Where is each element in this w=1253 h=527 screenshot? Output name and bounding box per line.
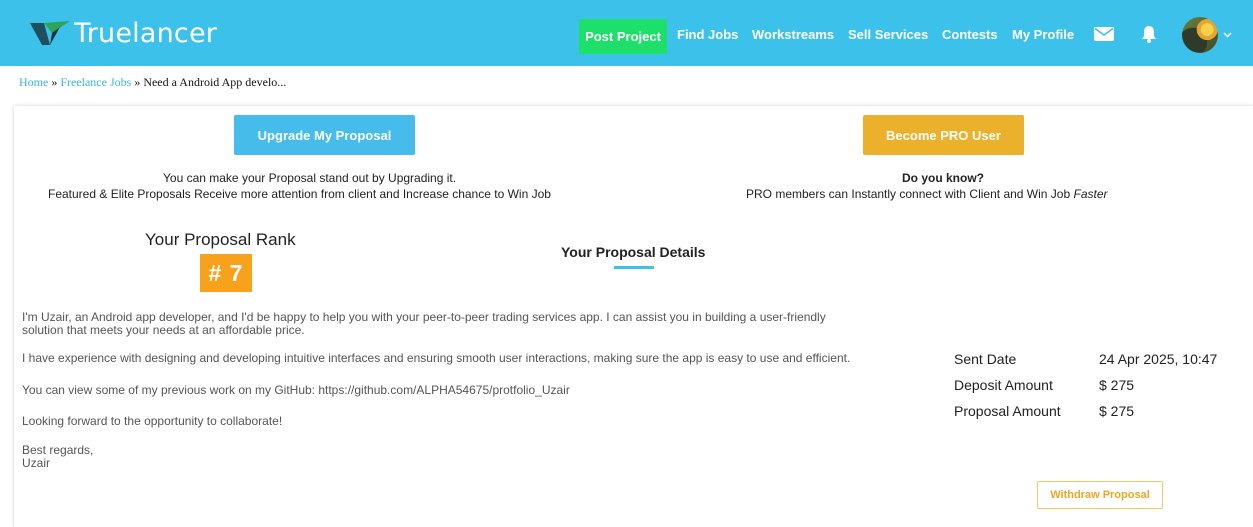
sent-date-label: Sent Date bbox=[954, 351, 1017, 367]
proposal-rank-badge: # 7 bbox=[200, 254, 252, 292]
breadcrumb: Home » Freelance Jobs » Need a Android A… bbox=[19, 75, 286, 90]
deposit-amount-label: Deposit Amount bbox=[954, 377, 1053, 393]
post-project-button[interactable]: Post Project bbox=[579, 19, 667, 54]
breadcrumb-home[interactable]: Home bbox=[19, 75, 48, 89]
logo-text: Truelancer bbox=[74, 17, 218, 49]
breadcrumb-current: Need a Android App develo... bbox=[143, 75, 287, 89]
breadcrumb-separator: » bbox=[131, 75, 144, 89]
avatar[interactable] bbox=[1182, 17, 1218, 53]
proposal-paragraph: Looking forward to the opportunity to co… bbox=[22, 414, 283, 428]
pro-info-emphasis: Faster bbox=[1073, 187, 1108, 201]
proposal-details-title: Your Proposal Details bbox=[561, 244, 706, 260]
proposal-paragraph: You can view some of my previous work on… bbox=[22, 383, 570, 397]
proposal-paragraph: I have experience with designing and dev… bbox=[22, 351, 851, 365]
mail-icon[interactable] bbox=[1094, 27, 1114, 41]
pro-info-line: PRO members can Instantly connect with C… bbox=[746, 186, 1108, 202]
nav-find-jobs[interactable]: Find Jobs bbox=[677, 27, 738, 42]
logo[interactable]: Truelancer bbox=[30, 17, 217, 49]
breadcrumb-freelance-jobs[interactable]: Freelance Jobs bbox=[60, 75, 131, 89]
nav-sell-services[interactable]: Sell Services bbox=[848, 27, 928, 42]
proposal-paragraph: solution that meets your needs at an aff… bbox=[22, 323, 305, 337]
pro-info-heading: Do you know? bbox=[902, 171, 984, 185]
nav-my-profile[interactable]: My Profile bbox=[1012, 27, 1074, 42]
details-title-underline bbox=[614, 266, 654, 269]
sent-date-value: 24 Apr 2025, 10:47 bbox=[1099, 351, 1218, 367]
pro-info-text: PRO members can Instantly connect with C… bbox=[746, 187, 1071, 201]
proposal-amount-value: $ 275 bbox=[1099, 403, 1135, 419]
proposal-rank-title: Your Proposal Rank bbox=[145, 230, 296, 249]
breadcrumb-separator: » bbox=[48, 75, 61, 89]
upgrade-info-line2: Featured & Elite Proposals Receive more … bbox=[48, 187, 551, 201]
nav-contests[interactable]: Contests bbox=[942, 27, 998, 42]
become-pro-button[interactable]: Become PRO User bbox=[863, 115, 1024, 155]
nav-workstreams[interactable]: Workstreams bbox=[752, 27, 834, 42]
proposal-paragraph: Uzair bbox=[22, 456, 51, 470]
bell-icon[interactable] bbox=[1141, 25, 1157, 43]
withdraw-proposal-button[interactable]: Withdraw Proposal bbox=[1037, 481, 1163, 509]
truelancer-logo-icon bbox=[30, 21, 70, 45]
upgrade-info-line1: You can make your Proposal stand out by … bbox=[163, 171, 457, 185]
top-navbar: Truelancer Post Project Find Jobs Workst… bbox=[0, 0, 1253, 66]
chevron-down-icon[interactable] bbox=[1223, 30, 1232, 39]
proposal-amount-label: Proposal Amount bbox=[954, 403, 1061, 419]
deposit-amount-value: $ 275 bbox=[1099, 377, 1135, 393]
upgrade-proposal-button[interactable]: Upgrade My Proposal bbox=[234, 115, 415, 155]
